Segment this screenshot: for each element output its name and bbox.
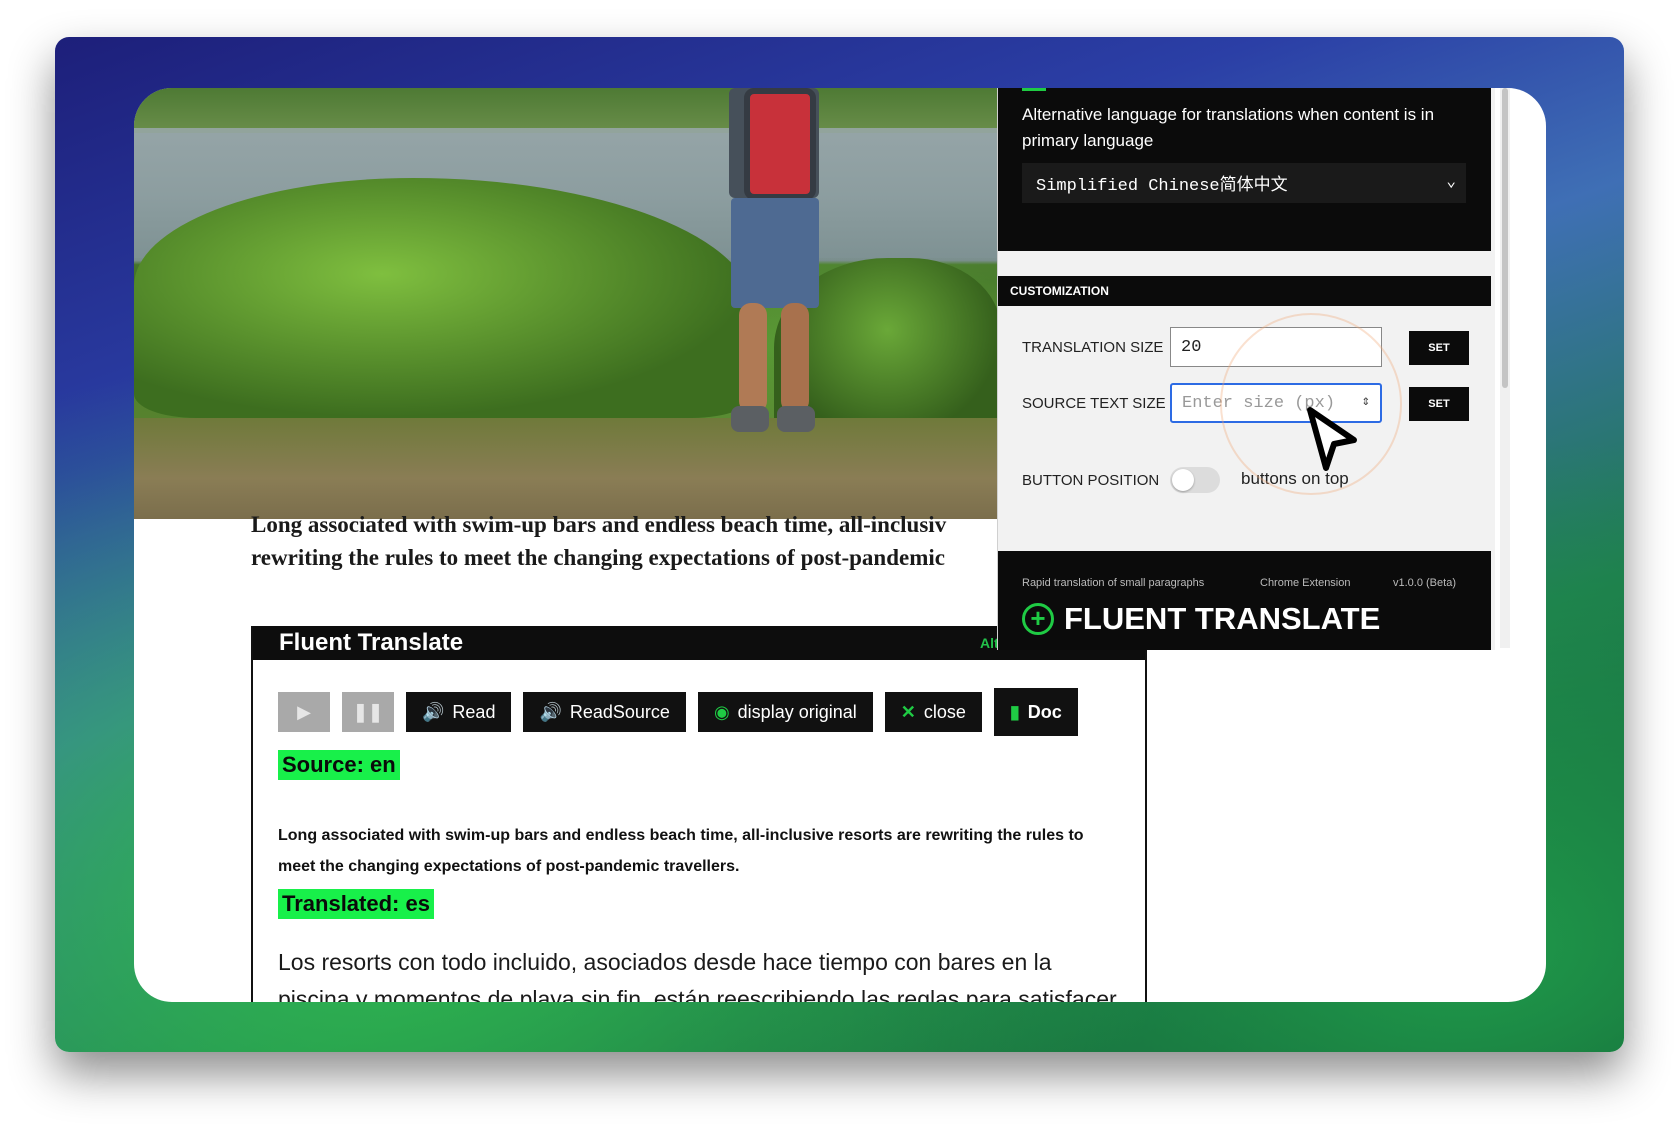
close-button-label: close [923,701,966,722]
doc-button-label: Doc [1027,701,1062,722]
alt-link[interactable]: Alt [980,635,999,651]
alt-language-section: Alternative language for translations wh… [998,88,1491,251]
brand-name: FLUENT TRANSLATE [1064,601,1381,636]
read-source-button-label: ReadSource [569,701,670,722]
fluent-toolbar: ▶ ❚❚ 🔊 Read 🔊 ReadSource ◉ display origi… [278,688,1078,736]
article-lead-line: rewriting the rules to meet the changing… [251,545,945,570]
plus-circle-icon: + [1022,603,1054,635]
document-icon: ▮ [1009,701,1020,722]
display-original-button-label: display original [737,701,857,722]
customization-header: CUSTOMIZATION [998,276,1491,306]
popup-scrollbar[interactable] [1500,88,1510,648]
speaker-icon: 🔊 [539,701,562,722]
set-translation-size-button[interactable]: SET [1409,331,1469,365]
photo-hiker [709,88,839,443]
read-source-button[interactable]: 🔊 ReadSource [523,692,686,732]
play-icon: ▶ [297,701,311,722]
footer-brand: + FLUENT TRANSLATE [1022,601,1380,637]
alt-language-value: Simplified Chinese简体中文 [1036,177,1288,196]
doc-button[interactable]: ▮ Doc [993,688,1078,736]
close-icon: ✕ [900,701,916,722]
photo-far-shore [134,88,1001,133]
toggle-knob [1172,469,1194,491]
popup-footer: Rapid translation of small paragraphs Ch… [998,551,1491,650]
alt-language-label: Alternative language for translations wh… [1022,105,1435,150]
source-text: Long associated with swim-up bars and en… [278,827,1084,875]
pause-icon: ❚❚ [352,701,384,722]
fluent-panel-title: Fluent Translate [279,629,464,656]
fluent-translate-panel: Fluent Translate Alt ▶ ❚❚ 🔊 Read 🔊 ReadS… [251,626,1147,1002]
footer-tagline: Rapid translation of small paragraphs [1022,577,1205,589]
translation-size-label: TRANSLATION SIZE [1022,339,1164,356]
read-button[interactable]: 🔊 Read [406,692,512,732]
play-button[interactable]: ▶ [278,692,330,732]
mouse-cursor-icon [1304,406,1364,481]
set-source-text-size-button[interactable]: SET [1409,387,1469,421]
read-button-label: Read [452,701,496,722]
footer-version: v1.0.0 (Beta) [1393,577,1456,589]
translated-language-tag: Translated: es [278,889,434,919]
button-position-label: BUTTON POSITION [1022,472,1160,489]
button-position-toggle[interactable] [1170,467,1220,493]
source-text-size-label: SOURCE TEXT SIZE [1022,395,1166,412]
display-original-button[interactable]: ◉ display original [697,692,873,732]
scrollbar-thumb[interactable] [1502,88,1508,388]
eye-off-icon: ◉ [713,701,730,722]
article-lead: Long associated with swim-up bars and en… [251,508,1011,574]
browser-window: Long associated with swim-up bars and en… [134,88,1546,1002]
article-lead-line: Long associated with swim-up bars and en… [251,512,947,537]
speaker-icon: 🔊 [422,701,445,722]
accent-bar [1022,88,1046,91]
footer-platform: Chrome Extension [1260,577,1351,589]
alt-language-select[interactable]: Simplified Chinese简体中文 ⌄ [1022,163,1466,203]
pause-button[interactable]: ❚❚ [342,692,394,732]
chevron-down-icon: ⌄ [1446,173,1456,191]
source-language-tag: Source: en [278,750,400,780]
hero-photo [134,88,1001,519]
close-button[interactable]: ✕ close [884,692,982,732]
photo-ground [134,418,1001,519]
translation-size-value: 20 [1181,337,1202,357]
translated-text: Los resorts con todo incluido, asociados… [278,949,1117,1002]
